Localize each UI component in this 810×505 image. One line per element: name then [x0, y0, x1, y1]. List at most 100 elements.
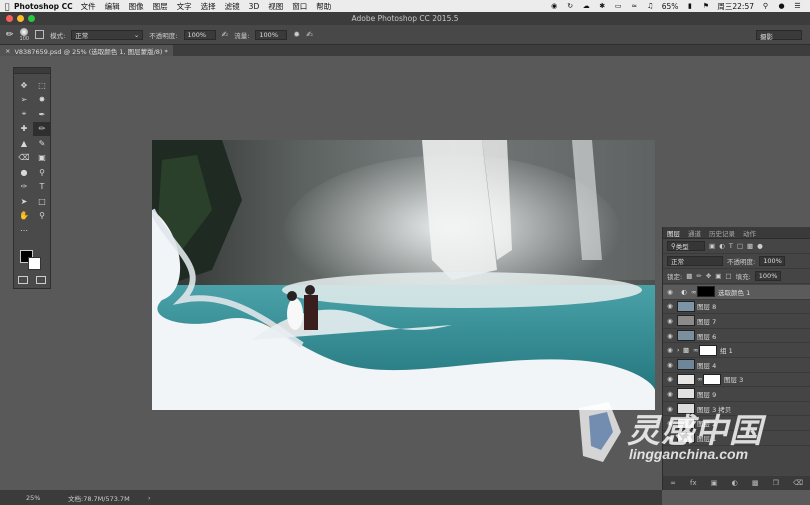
- layer-row[interactable]: ◉ ◐ ∞ 选取颜色 1: [663, 285, 810, 300]
- move-tool-icon[interactable]: ✥: [15, 78, 33, 93]
- layer-row[interactable]: ◉ 图层 2: [663, 416, 810, 431]
- hand-tool-icon[interactable]: ✋: [15, 209, 33, 224]
- tab-actions[interactable]: 动作: [739, 228, 760, 238]
- record-icon[interactable]: ◉: [550, 2, 559, 10]
- visibility-eye-icon[interactable]: ◉: [663, 302, 677, 310]
- type-tool-icon[interactable]: T: [33, 180, 51, 195]
- layer-mask-thumbnail[interactable]: [703, 373, 721, 385]
- tab-history[interactable]: 历史记录: [705, 228, 739, 238]
- visibility-eye-icon[interactable]: ◉: [663, 332, 677, 340]
- new-group-icon[interactable]: ▩: [752, 479, 759, 487]
- eraser-tool-icon[interactable]: ⌫: [15, 151, 33, 166]
- pressure-size-icon[interactable]: ✍: [306, 30, 313, 39]
- brush-panel-toggle-icon[interactable]: [35, 30, 45, 39]
- battery-percent[interactable]: 65%: [662, 2, 679, 11]
- visibility-eye-icon[interactable]: ◉: [663, 361, 677, 369]
- display-icon[interactable]: ▭: [614, 2, 623, 10]
- add-mask-icon[interactable]: ▣: [711, 479, 718, 487]
- layer-row[interactable]: ◉ 图层 6: [663, 329, 810, 344]
- menu-select[interactable]: 选择: [201, 1, 216, 12]
- menu-window[interactable]: 窗口: [292, 1, 307, 12]
- status-menu-arrow-icon[interactable]: ›: [148, 494, 151, 502]
- visibility-eye-icon[interactable]: ◉: [663, 375, 677, 383]
- trash-icon[interactable]: ⌫: [793, 479, 803, 487]
- layer-row[interactable]: ◉ 图层 9: [663, 387, 810, 402]
- layer-row[interactable]: ◉ 图层 3 拷贝: [663, 402, 810, 417]
- zoom-tool-icon[interactable]: ⚲: [33, 209, 51, 224]
- flag-icon[interactable]: ⚑: [701, 2, 710, 10]
- path-select-tool-icon[interactable]: ➤: [15, 194, 33, 209]
- layer-style-icon[interactable]: fx: [690, 479, 697, 487]
- visibility-eye-icon[interactable]: ◉: [663, 405, 677, 413]
- layer-row[interactable]: ◉ › ▩ ∞ 组 1: [663, 343, 810, 358]
- apple-icon[interactable]: : [0, 2, 14, 11]
- lock-position-icon[interactable]: ✥: [706, 272, 711, 280]
- zoom-button[interactable]: [28, 15, 35, 22]
- lock-transparent-icon[interactable]: ▩: [686, 272, 692, 280]
- marquee-tool-icon[interactable]: ⬚: [33, 78, 51, 93]
- layer-mask-thumbnail[interactable]: [699, 344, 717, 356]
- blur-tool-icon[interactable]: ●: [15, 165, 33, 180]
- layer-mask-thumbnail[interactable]: [697, 286, 715, 298]
- blend-mode-select[interactable]: 正常: [667, 256, 723, 266]
- lasso-tool-icon[interactable]: ➢: [15, 93, 33, 108]
- visibility-eye-icon[interactable]: ◉: [663, 434, 677, 442]
- bluetooth-icon[interactable]: ✱: [598, 2, 607, 10]
- tab-layers[interactable]: 图层: [663, 228, 684, 238]
- brush-preset-picker[interactable]: 100: [20, 27, 29, 42]
- quick-select-tool-icon[interactable]: ✸: [33, 93, 51, 108]
- lock-all-icon[interactable]: □: [725, 272, 731, 280]
- user-icon[interactable]: ●: [777, 2, 786, 10]
- fill-field[interactable]: 100%: [754, 271, 781, 281]
- layer-opacity-field[interactable]: 100%: [759, 256, 786, 266]
- crop-tool-icon[interactable]: ⌖: [15, 107, 33, 122]
- notification-center-icon[interactable]: ☰: [793, 2, 802, 10]
- brush-tool-icon[interactable]: ✏: [6, 30, 14, 40]
- clone-stamp-tool-icon[interactable]: ▲: [15, 136, 33, 151]
- visibility-eye-icon[interactable]: ◉: [663, 317, 677, 325]
- rectangle-tool-icon[interactable]: □: [33, 194, 51, 209]
- pressure-opacity-icon[interactable]: ✍: [222, 30, 229, 39]
- volume-icon[interactable]: ♫: [646, 2, 655, 10]
- dodge-tool-icon[interactable]: ⚲: [33, 165, 51, 180]
- lock-artboard-icon[interactable]: ▣: [715, 272, 721, 280]
- app-menu[interactable]: Photoshop CC: [14, 2, 73, 11]
- filter-toggle-icon[interactable]: ●: [757, 242, 763, 250]
- healing-brush-tool-icon[interactable]: ✚: [15, 122, 33, 137]
- layer-row[interactable]: ◉ 图层 4: [663, 358, 810, 373]
- quick-mask-icon[interactable]: [18, 276, 28, 284]
- menu-image[interactable]: 图像: [129, 1, 144, 12]
- layer-row[interactable]: ◉ 图层 8: [663, 300, 810, 315]
- spotlight-icon[interactable]: ⚲: [761, 2, 770, 10]
- document-size[interactable]: 文档:78.7M/573.7M: [68, 493, 148, 503]
- new-layer-icon[interactable]: ❐: [773, 479, 779, 487]
- menu-edit[interactable]: 编辑: [105, 1, 120, 12]
- menu-3d[interactable]: 3D: [249, 2, 260, 11]
- menubar-clock[interactable]: 周三22:57: [717, 1, 754, 12]
- tab-channels[interactable]: 通道: [684, 228, 705, 238]
- layer-filter-select[interactable]: ⚲ 类型: [667, 241, 705, 251]
- menu-filter[interactable]: 滤镜: [225, 1, 240, 12]
- close-button[interactable]: [6, 15, 13, 22]
- minimize-button[interactable]: [17, 15, 24, 22]
- cloud-icon[interactable]: ☁: [582, 2, 591, 10]
- layer-row[interactable]: ◉ ∞ 图层 3: [663, 373, 810, 388]
- gradient-tool-icon[interactable]: ▣: [33, 151, 51, 166]
- menu-type[interactable]: 文字: [177, 1, 192, 12]
- filter-smart-object-icon[interactable]: ▩: [747, 242, 753, 250]
- brush-tool-icon[interactable]: ✏: [33, 121, 51, 136]
- link-layers-icon[interactable]: ∞: [670, 479, 676, 487]
- airbrush-icon[interactable]: ✹: [293, 30, 300, 39]
- visibility-eye-icon[interactable]: ◉: [663, 390, 677, 398]
- pen-tool-icon[interactable]: ✑: [15, 180, 33, 195]
- opacity-field[interactable]: 100%: [183, 29, 216, 40]
- menu-help[interactable]: 帮助: [316, 1, 331, 12]
- filter-shape-icon[interactable]: □: [737, 242, 743, 250]
- filter-type-icon[interactable]: T: [729, 242, 733, 250]
- flow-field[interactable]: 100%: [255, 29, 288, 40]
- screen-mode-icon[interactable]: [36, 276, 46, 284]
- background-color-swatch[interactable]: [28, 257, 41, 270]
- visibility-eye-icon[interactable]: ◉: [663, 419, 677, 427]
- lock-image-icon[interactable]: ✏: [696, 272, 701, 280]
- workspace-switcher[interactable]: 摄影: [756, 30, 802, 41]
